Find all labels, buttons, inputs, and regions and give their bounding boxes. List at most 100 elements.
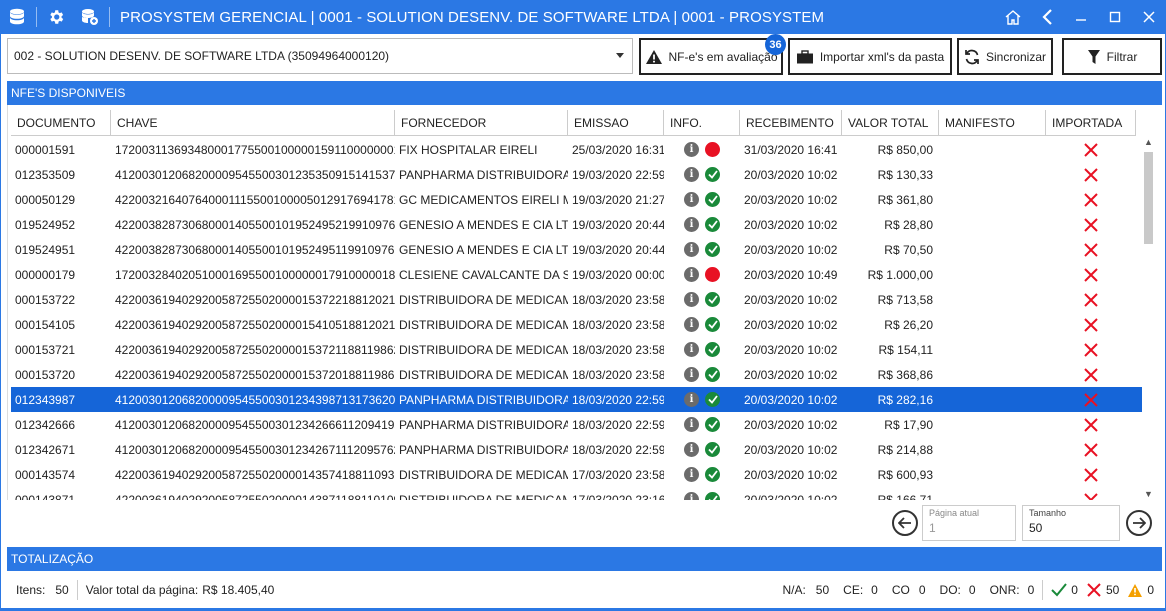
- cell-fornecedor: GENESIO A MENDES E CIA LTDA: [399, 242, 568, 257]
- info-icon[interactable]: i: [684, 292, 699, 307]
- not-imported-x-icon: [1084, 217, 1098, 232]
- table-row[interactable]: 000000179 1720032840205100016955001000000…: [11, 262, 1142, 287]
- back-icon[interactable]: [1030, 0, 1064, 34]
- info-icon[interactable]: i: [684, 317, 699, 332]
- table-row[interactable]: 019524952 4220038287306800014055001019524…: [11, 212, 1142, 237]
- not-imported-x-icon: [1084, 417, 1098, 432]
- cell-fornecedor: PANPHARMA DISTRIBUIDORA D: [399, 417, 568, 432]
- not-imported-x-icon: [1084, 467, 1098, 482]
- cell-manifesto: [939, 212, 1046, 237]
- import-xml-button[interactable]: Importar xml's da pasta: [788, 38, 952, 75]
- cell-recebimento: 20/03/2020 10:02: [744, 192, 838, 207]
- warning-icon: [1128, 583, 1143, 597]
- status-ok-icon: [705, 292, 720, 307]
- onr-label: ONR:: [989, 583, 1020, 597]
- cell-importada: [1046, 162, 1136, 187]
- info-icon[interactable]: i: [684, 142, 699, 157]
- table-row[interactable]: 000143574 4220036194029200587255020000143…: [11, 462, 1142, 487]
- info-icon[interactable]: i: [684, 267, 699, 282]
- vertical-scrollbar[interactable]: ▲ ▼: [1140, 137, 1157, 499]
- status-ok-icon: [705, 167, 720, 182]
- cell-documento: 012342671: [15, 442, 76, 457]
- table-row[interactable]: 000001591 1720031136934800017755001000001…: [11, 137, 1142, 162]
- nfe-evaluation-button[interactable]: NF-e's em avaliação 36: [639, 34, 786, 75]
- table-row[interactable]: 012343987 4120030120682000095455003012343…: [11, 387, 1142, 412]
- info-icon[interactable]: i: [684, 417, 699, 432]
- cell-recebimento: 20/03/2020 10:02: [744, 242, 838, 257]
- nfe-evaluation-label: NF-e's em avaliação: [668, 49, 778, 64]
- gear-icon[interactable]: [39, 0, 73, 34]
- status-ok-icon: [705, 417, 720, 432]
- cell-valor-total: R$ 26,20: [884, 317, 933, 332]
- info-icon[interactable]: i: [684, 192, 699, 207]
- filter-label: Filtrar: [1106, 49, 1138, 64]
- cell-info: i: [664, 262, 740, 287]
- header-col-documento[interactable]: DOCUMENTO: [11, 110, 111, 136]
- cell-importada: [1046, 237, 1136, 262]
- warning-icon: [645, 49, 662, 64]
- info-icon[interactable]: i: [684, 217, 699, 232]
- scroll-thumb[interactable]: [1144, 152, 1153, 244]
- info-icon[interactable]: i: [684, 392, 699, 407]
- cell-fornecedor: PANPHARMA DISTRIBUIDORA D: [399, 392, 568, 407]
- cell-documento: 000050129: [15, 192, 76, 207]
- info-icon[interactable]: i: [684, 242, 699, 257]
- info-icon[interactable]: i: [684, 442, 699, 457]
- cell-manifesto: [939, 262, 1046, 287]
- cell-recebimento: 20/03/2020 10:02: [744, 442, 838, 457]
- database-icon[interactable]: [0, 0, 34, 34]
- info-icon[interactable]: i: [684, 367, 699, 382]
- cell-info: i: [664, 362, 740, 387]
- cell-emissao: 18/03/2020 22:59: [572, 392, 664, 407]
- header-col-importada[interactable]: IMPORTADA: [1046, 110, 1136, 136]
- next-page-button[interactable]: [1126, 510, 1152, 536]
- cell-documento: 000001591: [15, 142, 76, 157]
- cell-manifesto: [939, 312, 1046, 337]
- header-col-fornecedor[interactable]: FORNECEDOR: [395, 110, 568, 136]
- scroll-up-icon[interactable]: ▲: [1144, 137, 1153, 147]
- cell-recebimento: 31/03/2020 16:41: [744, 142, 838, 157]
- cell-chave: 4120030120682000095455003012342666112094…: [115, 417, 395, 432]
- current-page-field[interactable]: Página atual 1: [922, 505, 1016, 541]
- arrow-right-icon: [1133, 517, 1146, 529]
- table-row[interactable]: 000153720 4220036194029200587255020000153…: [11, 362, 1142, 387]
- table-row[interactable]: 012342666 4120030120682000095455003012342…: [11, 412, 1142, 437]
- header-col-emissao[interactable]: EMISSAO: [568, 110, 664, 136]
- table-row[interactable]: 000050129 4220032164076400011155001000050…: [11, 187, 1142, 212]
- company-select[interactable]: 002 - SOLUTION DESENV. DE SOFTWARE LTDA …: [7, 38, 633, 74]
- header-col-valor-total[interactable]: VALOR TOTAL: [842, 110, 939, 136]
- table-row[interactable]: 012353509 4120030120682000095455003012353…: [11, 162, 1142, 187]
- table-row[interactable]: 012342671 4120030120682000095455003012342…: [11, 437, 1142, 462]
- info-icon[interactable]: i: [684, 467, 699, 482]
- minimize-icon[interactable]: [1064, 0, 1098, 34]
- table-row[interactable]: 000143871 4220036194029200587255020000143…: [11, 487, 1142, 500]
- cell-info: i: [664, 437, 740, 462]
- info-icon[interactable]: i: [684, 492, 699, 500]
- sync-button[interactable]: Sincronizar: [957, 38, 1053, 75]
- previous-page-button[interactable]: [892, 510, 918, 536]
- scroll-down-icon[interactable]: ▼: [1144, 489, 1153, 499]
- sync-icon: [965, 49, 979, 64]
- table-row[interactable]: 000153722 4220036194029200587255020000153…: [11, 287, 1142, 312]
- table-row[interactable]: 000154105 4220036194029200587255020000154…: [11, 312, 1142, 337]
- footer-separator: [76, 580, 78, 600]
- cell-chave: 4220036194029200587255020000153720188119…: [115, 367, 395, 382]
- table-row[interactable]: 000153721 4220036194029200587255020000153…: [11, 337, 1142, 362]
- header-col-chave[interactable]: CHAVE: [111, 110, 395, 136]
- table-body: 000001591 1720031136934800017755001000001…: [11, 137, 1142, 500]
- cell-documento: 000143871: [15, 492, 76, 501]
- header-col-recebimento[interactable]: RECEBIMENTO: [740, 110, 842, 136]
- info-icon[interactable]: i: [684, 167, 699, 182]
- table-row[interactable]: 019524951 4220038287306800014055001019524…: [11, 237, 1142, 262]
- error-x-icon: [1087, 583, 1101, 597]
- home-icon[interactable]: [996, 0, 1030, 34]
- page-size-field[interactable]: Tamanho 50: [1022, 505, 1120, 541]
- maximize-icon[interactable]: [1098, 0, 1132, 34]
- cell-recebimento: 20/03/2020 10:02: [744, 417, 838, 432]
- header-col-manifesto[interactable]: MANIFESTO: [939, 110, 1046, 136]
- info-icon[interactable]: i: [684, 342, 699, 357]
- database-sync-icon[interactable]: [73, 0, 107, 34]
- close-icon[interactable]: [1132, 0, 1166, 34]
- header-col-info[interactable]: INFO.: [664, 110, 740, 136]
- filter-button[interactable]: Filtrar: [1062, 38, 1162, 75]
